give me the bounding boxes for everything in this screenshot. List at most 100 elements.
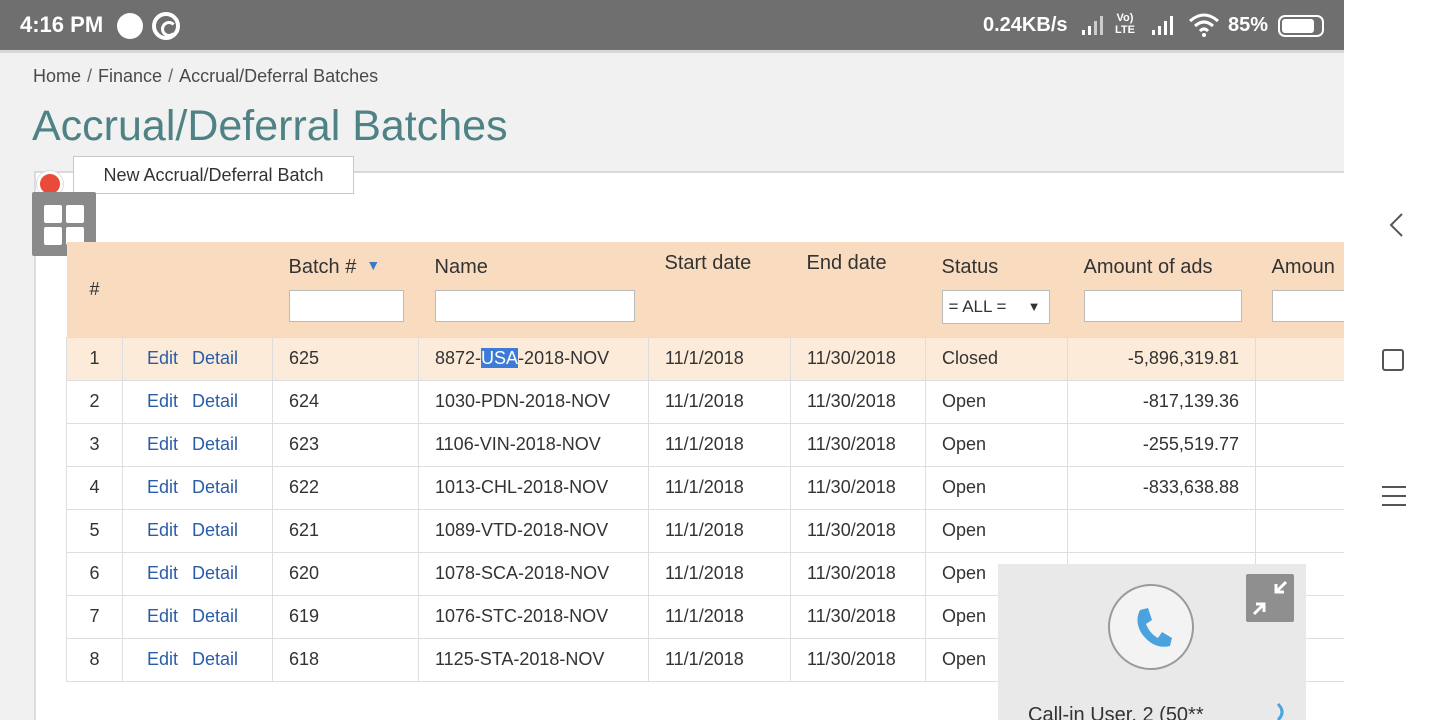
- status-bar: 4:16 PM 0.24KB/s Vo) LTE 85%: [0, 0, 1344, 50]
- call-button[interactable]: [1108, 584, 1194, 670]
- detail-link[interactable]: Detail: [192, 520, 238, 540]
- edit-link[interactable]: Edit: [147, 477, 178, 497]
- batch-number: 619: [272, 594, 419, 639]
- batch-name: 1013-CHL-2018-NOV: [418, 465, 649, 510]
- edit-link[interactable]: Edit: [147, 606, 178, 626]
- end-date: 11/30/2018: [790, 379, 926, 424]
- battery-icon: [1278, 15, 1324, 37]
- batch-number: 620: [272, 551, 419, 596]
- edit-link[interactable]: Edit: [147, 649, 178, 669]
- audio-wave-icon: [1276, 702, 1284, 720]
- row-number: 1: [66, 336, 123, 381]
- row-number: 7: [66, 594, 123, 639]
- batch-number: 625: [272, 336, 419, 381]
- batch-number: 618: [272, 637, 419, 682]
- breadcrumb-finance[interactable]: Finance: [98, 66, 162, 86]
- amount-2: [1255, 508, 1345, 553]
- start-date: 11/1/2018: [648, 637, 791, 682]
- table-row[interactable]: 4 Edit Detail 622 1013-CHL-2018-NOV 11/1/2018…: [66, 465, 1345, 510]
- new-batch-button[interactable]: New Accrual/Deferral Batch: [73, 156, 354, 194]
- status-header-label: Status: [941, 256, 999, 278]
- end-date: 11/30/2018: [790, 551, 926, 596]
- breadcrumb-home[interactable]: Home: [33, 66, 81, 86]
- breadcrumb: Home / Finance / Accrual/Deferral Batches: [33, 66, 378, 87]
- row-number: 6: [66, 551, 123, 596]
- batch-name: 1125-STA-2018-NOV: [418, 637, 649, 682]
- minimize-icon[interactable]: [1246, 574, 1294, 622]
- edit-link[interactable]: Edit: [147, 434, 178, 454]
- batch-filter-input[interactable]: [288, 290, 404, 322]
- batch-name: 1030-PDN-2018-NOV: [418, 379, 649, 424]
- phone-icon: [1137, 608, 1172, 647]
- call-widget[interactable]: Call-in User, 2 (50**: [998, 564, 1306, 720]
- edit-link[interactable]: Edit: [147, 520, 178, 540]
- start-date: 11/1/2018: [648, 465, 791, 510]
- detail-link[interactable]: Detail: [192, 434, 238, 454]
- edit-link[interactable]: Edit: [147, 563, 178, 583]
- column-header-number: #: [66, 242, 123, 337]
- table-row[interactable]: 1 Edit Detail 625 8872-USA-2018-NOV 11/1/2018…: [66, 336, 1345, 381]
- amount-2-header-label: Amoun: [1271, 256, 1335, 278]
- detail-link[interactable]: Detail: [192, 477, 238, 497]
- end-date: 11/30/2018: [790, 594, 926, 639]
- column-header-status[interactable]: Status = ALL =: [925, 242, 1068, 337]
- status-cell: Open: [925, 465, 1068, 510]
- column-header-batch[interactable]: Batch # ▼: [272, 242, 419, 337]
- row-actions: Edit Detail: [122, 422, 273, 467]
- table-row[interactable]: 2 Edit Detail 624 1030-PDN-2018-NOV 11/1/2018…: [66, 379, 1345, 424]
- menu-icon[interactable]: [1382, 484, 1406, 508]
- column-header-start-date[interactable]: Start date: [648, 242, 791, 337]
- batch-number: 624: [272, 379, 419, 424]
- batch-name: 1089-VTD-2018-NOV: [418, 508, 649, 553]
- network-speed: 0.24KB/s: [983, 14, 1068, 36]
- row-actions: Edit Detail: [122, 637, 273, 682]
- table-row[interactable]: 3 Edit Detail 623 1106-VIN-2018-NOV 11/1/2018…: [66, 422, 1345, 467]
- end-date: 11/30/2018: [790, 508, 926, 553]
- status-cell: Open: [925, 508, 1068, 553]
- row-actions: Edit Detail: [122, 551, 273, 596]
- batch-header-label: Batch #: [288, 256, 357, 278]
- notification-dot-icon: [117, 13, 143, 39]
- detail-link[interactable]: Detail: [192, 649, 238, 669]
- end-date: 11/30/2018: [790, 465, 926, 510]
- amount-2: [1255, 422, 1345, 467]
- detail-link[interactable]: Detail: [192, 563, 238, 583]
- row-number: 3: [66, 422, 123, 467]
- end-date: 11/30/2018: [790, 422, 926, 467]
- detail-link[interactable]: Detail: [192, 348, 238, 368]
- detail-link[interactable]: Detail: [192, 606, 238, 626]
- status-cell: Closed: [925, 336, 1068, 381]
- detail-link[interactable]: Detail: [192, 391, 238, 411]
- status-filter-select[interactable]: = ALL =: [941, 290, 1050, 324]
- row-number: 4: [66, 465, 123, 510]
- amount-ads: -833,638.88: [1067, 465, 1256, 510]
- start-date: 11/1/2018: [648, 594, 791, 639]
- start-date: 11/1/2018: [648, 336, 791, 381]
- column-header-end-date[interactable]: End date: [790, 242, 926, 337]
- row-actions: Edit Detail: [122, 379, 273, 424]
- amount-ads-filter-input[interactable]: [1083, 290, 1242, 322]
- breadcrumb-current: Accrual/Deferral Batches: [179, 66, 379, 86]
- back-icon[interactable]: [1388, 212, 1404, 238]
- amount-ads-header-label: Amount of ads: [1083, 256, 1213, 278]
- amount-2: [1255, 336, 1345, 381]
- edit-link[interactable]: Edit: [147, 391, 178, 411]
- column-header-amount-2[interactable]: Amoun: [1255, 242, 1362, 337]
- column-header-name[interactable]: Name: [418, 242, 649, 337]
- table-header: # Batch # ▼ Name Start date End date Stat…: [66, 242, 1362, 337]
- row-number: 5: [66, 508, 123, 553]
- row-actions: Edit Detail: [122, 594, 273, 639]
- home-square-icon[interactable]: [1382, 349, 1404, 371]
- batch-number: 623: [272, 422, 419, 467]
- row-number: 2: [66, 379, 123, 424]
- sort-desc-icon[interactable]: ▼: [366, 257, 380, 273]
- end-date: 11/30/2018: [790, 637, 926, 682]
- amount-ads: -255,519.77: [1067, 422, 1256, 467]
- name-filter-input[interactable]: [434, 290, 635, 322]
- edit-link[interactable]: Edit: [147, 348, 178, 368]
- column-header-amount-ads[interactable]: Amount of ads: [1067, 242, 1256, 337]
- sync-icon: [152, 12, 180, 40]
- table-row[interactable]: 5 Edit Detail 621 1089-VTD-2018-NOV 11/1/2018…: [66, 508, 1345, 553]
- end-date: 11/30/2018: [790, 336, 926, 381]
- status-cell: Open: [925, 379, 1068, 424]
